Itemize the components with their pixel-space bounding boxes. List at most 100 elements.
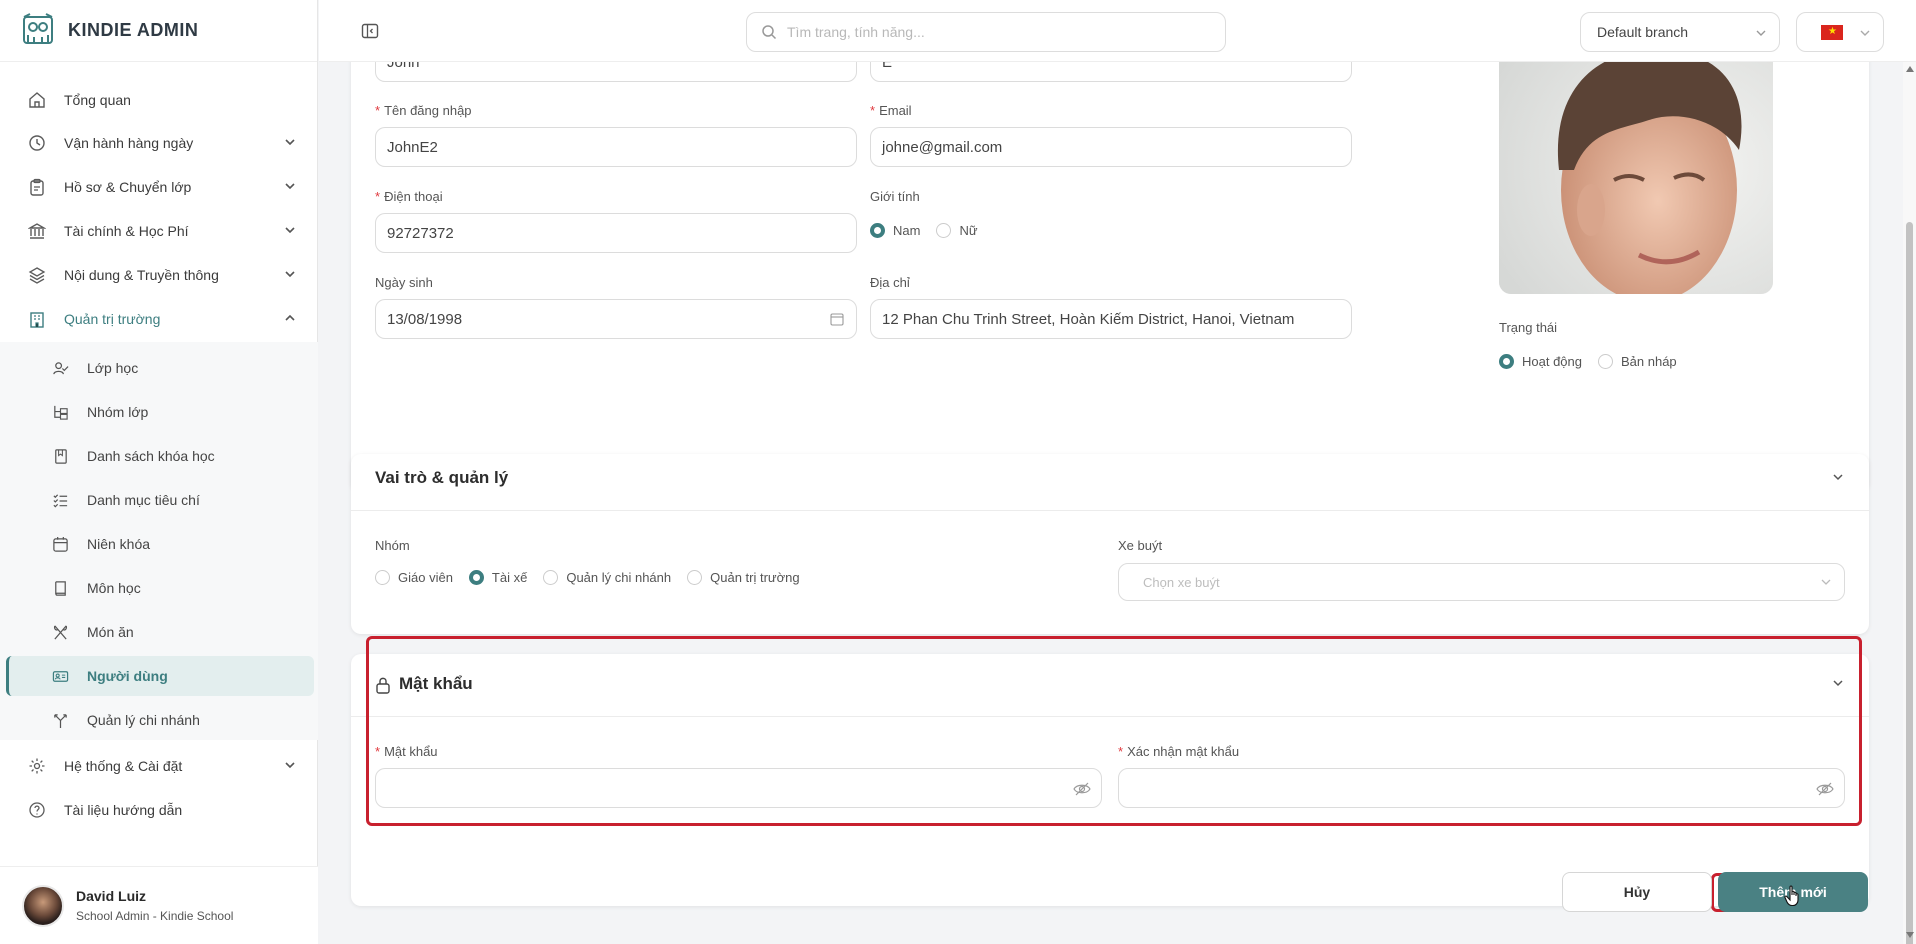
- sidebar-item-label: Quản lý chi nhánh: [87, 712, 200, 728]
- user-profile[interactable]: David Luiz School Admin - Kindie School: [0, 866, 318, 944]
- email-label: * Email: [870, 103, 912, 118]
- sidebar-item-label: Vận hành hàng ngày: [64, 135, 194, 151]
- sidebar-item-courses[interactable]: Danh sách khóa học: [0, 436, 318, 476]
- hand-cursor-icon: [1784, 885, 1799, 907]
- page-scrollbar[interactable]: [1903, 62, 1916, 944]
- sidebar-item-label: Hệ thống & Cài đặt: [64, 758, 183, 774]
- eye-off-icon[interactable]: [1073, 781, 1091, 797]
- scroll-up-arrow[interactable]: [1906, 66, 1914, 72]
- tree-structure-icon: [54, 405, 68, 420]
- section-divider: [351, 716, 1869, 717]
- username-label: * Tên đăng nhập: [375, 103, 472, 118]
- address-label: Địa chỉ: [870, 275, 910, 290]
- building-icon: [30, 312, 44, 328]
- sidebar-item-label: Món ăn: [87, 624, 134, 640]
- sidebar-item-criteria[interactable]: Danh mục tiêu chí: [0, 480, 318, 520]
- status-radio-group: Hoạt động Bản nháp: [1499, 354, 1693, 369]
- home-icon: [29, 92, 45, 108]
- user-name: David Luiz: [76, 888, 147, 904]
- sidebar-item-label: Danh mục tiêu chí: [87, 492, 200, 508]
- sidebar-item-class-groups[interactable]: Nhóm lớp: [0, 392, 318, 432]
- dob-label: Ngày sinh: [375, 275, 433, 290]
- chevron-down-icon: [285, 139, 295, 146]
- submenu-school-admin: Lớp học Nhóm lớp Danh sách khóa học Danh…: [0, 342, 318, 740]
- address-field[interactable]: 12 Phan Chu Trinh Street, Hoàn Kiếm Dist…: [870, 299, 1352, 339]
- user-check-icon: [53, 361, 69, 374]
- sidebar-item-overview[interactable]: Tổng quan: [0, 80, 318, 120]
- bus-label: Xe buýt: [1118, 538, 1163, 553]
- sidebar-item-settings[interactable]: Hệ thống & Cài đặt: [0, 746, 318, 786]
- chevron-down-icon[interactable]: [1831, 676, 1845, 690]
- sidebar-item-school-year[interactable]: Niên khóa: [0, 524, 318, 564]
- sidebar-item-label: Tổng quan: [64, 92, 131, 108]
- sidebar-item-classes[interactable]: Lớp học: [0, 348, 318, 388]
- branch-select[interactable]: Default branch: [1580, 12, 1780, 52]
- chevron-down-icon: [285, 762, 295, 769]
- scroll-down-arrow[interactable]: [1906, 932, 1914, 938]
- search-icon: [762, 25, 777, 40]
- sidebar-item-meals[interactable]: Món ăn: [0, 612, 318, 652]
- gender-female-radio[interactable]: Nữ: [936, 223, 978, 238]
- group-school-admin-radio[interactable]: Quản trị trường: [687, 570, 800, 585]
- sidebar-item-branch-mgmt[interactable]: Quản lý chi nhánh: [0, 700, 318, 740]
- checklist-icon: [53, 493, 68, 508]
- sidebar-item-label: Nhóm lớp: [87, 404, 149, 420]
- help-circle-icon: [29, 802, 45, 818]
- sidebar-item-label: Tài liệu hướng dẫn: [64, 802, 183, 818]
- sidebar-item-content[interactable]: Nội dung & Truyền thông: [0, 255, 318, 295]
- clipboard-icon: [30, 178, 44, 196]
- sidebar-item-label: Nội dung & Truyền thông: [64, 267, 219, 283]
- group-driver-radio[interactable]: Tài xế: [468, 570, 527, 585]
- user-role: School Admin - Kindie School: [76, 909, 234, 923]
- chevron-down-icon[interactable]: [1831, 470, 1845, 484]
- gear-icon: [29, 758, 45, 774]
- chevron-down-icon: [1821, 579, 1831, 585]
- email-field[interactable]: johne@gmail.com: [870, 127, 1352, 167]
- scroll-thumb[interactable]: [1906, 222, 1913, 944]
- last-name-field[interactable]: E: [870, 62, 1352, 82]
- vietnam-flag-icon: ★: [1821, 25, 1843, 40]
- sidebar-item-school-admin[interactable]: Quản trị trường: [0, 299, 318, 339]
- main-content: John E * Tên đăng nhập JohnE2 * Email john…: [319, 62, 1897, 944]
- personal-info-card: John E * Tên đăng nhập JohnE2 * Email john…: [351, 62, 1869, 492]
- branch-split-icon: [54, 713, 67, 728]
- password-label: * Mật khẩu: [375, 744, 438, 759]
- status-draft-radio[interactable]: Bản nháp: [1598, 354, 1677, 369]
- sidebar-item-label: Quản trị trường: [64, 311, 161, 327]
- sidebar-toggle-icon[interactable]: [361, 22, 379, 40]
- cancel-button[interactable]: Hủy: [1562, 872, 1712, 912]
- dob-field[interactable]: 13/08/1998: [375, 299, 857, 339]
- search-box[interactable]: [746, 12, 1226, 52]
- bus-select[interactable]: Chọn xe buýt: [1118, 563, 1845, 601]
- email-value: johne@gmail.com: [882, 138, 1003, 156]
- id-card-icon: [52, 670, 69, 682]
- password-field[interactable]: [375, 768, 1102, 808]
- first-name-field[interactable]: John: [375, 62, 857, 82]
- gender-male-radio[interactable]: Nam: [870, 223, 920, 238]
- sidebar-item-finance[interactable]: Tài chính & Học Phí: [0, 211, 318, 251]
- search-input[interactable]: [787, 24, 1207, 40]
- roles-section-title: Vai trò & quản lý: [375, 468, 509, 487]
- sidebar-item-profiles[interactable]: Hồ sơ & Chuyển lớp: [0, 167, 318, 207]
- sidebar-item-subjects[interactable]: Môn học: [0, 568, 318, 608]
- calendar-icon[interactable]: [830, 312, 844, 326]
- group-teacher-radio[interactable]: Giáo viên: [375, 570, 453, 585]
- confirm-password-field[interactable]: [1118, 768, 1845, 808]
- phone-field[interactable]: 92727372: [375, 213, 857, 253]
- group-radio-group: Giáo viên Tài xế Quản lý chi nhánh Quản …: [375, 570, 816, 585]
- brand[interactable]: KINDIE ADMIN: [0, 0, 317, 62]
- eye-off-icon[interactable]: [1816, 781, 1834, 797]
- username-value: JohnE2: [387, 138, 438, 156]
- profile-photo[interactable]: [1499, 62, 1773, 294]
- sidebar-item-label: Hồ sơ & Chuyển lớp: [64, 179, 192, 195]
- group-branch-manager-radio[interactable]: Quản lý chi nhánh: [543, 570, 671, 585]
- sidebar-item-users[interactable]: Người dùng: [6, 656, 314, 696]
- clock-icon: [29, 135, 45, 151]
- sidebar-item-daily[interactable]: Vận hành hàng ngày: [0, 123, 318, 163]
- brand-title: KINDIE ADMIN: [68, 20, 199, 40]
- sidebar-item-docs[interactable]: Tài liệu hướng dẫn: [0, 790, 318, 830]
- status-active-radio[interactable]: Hoạt động: [1499, 354, 1582, 369]
- username-field[interactable]: JohnE2: [375, 127, 857, 167]
- language-select[interactable]: ★: [1796, 12, 1884, 52]
- group-label: Nhóm: [375, 538, 410, 553]
